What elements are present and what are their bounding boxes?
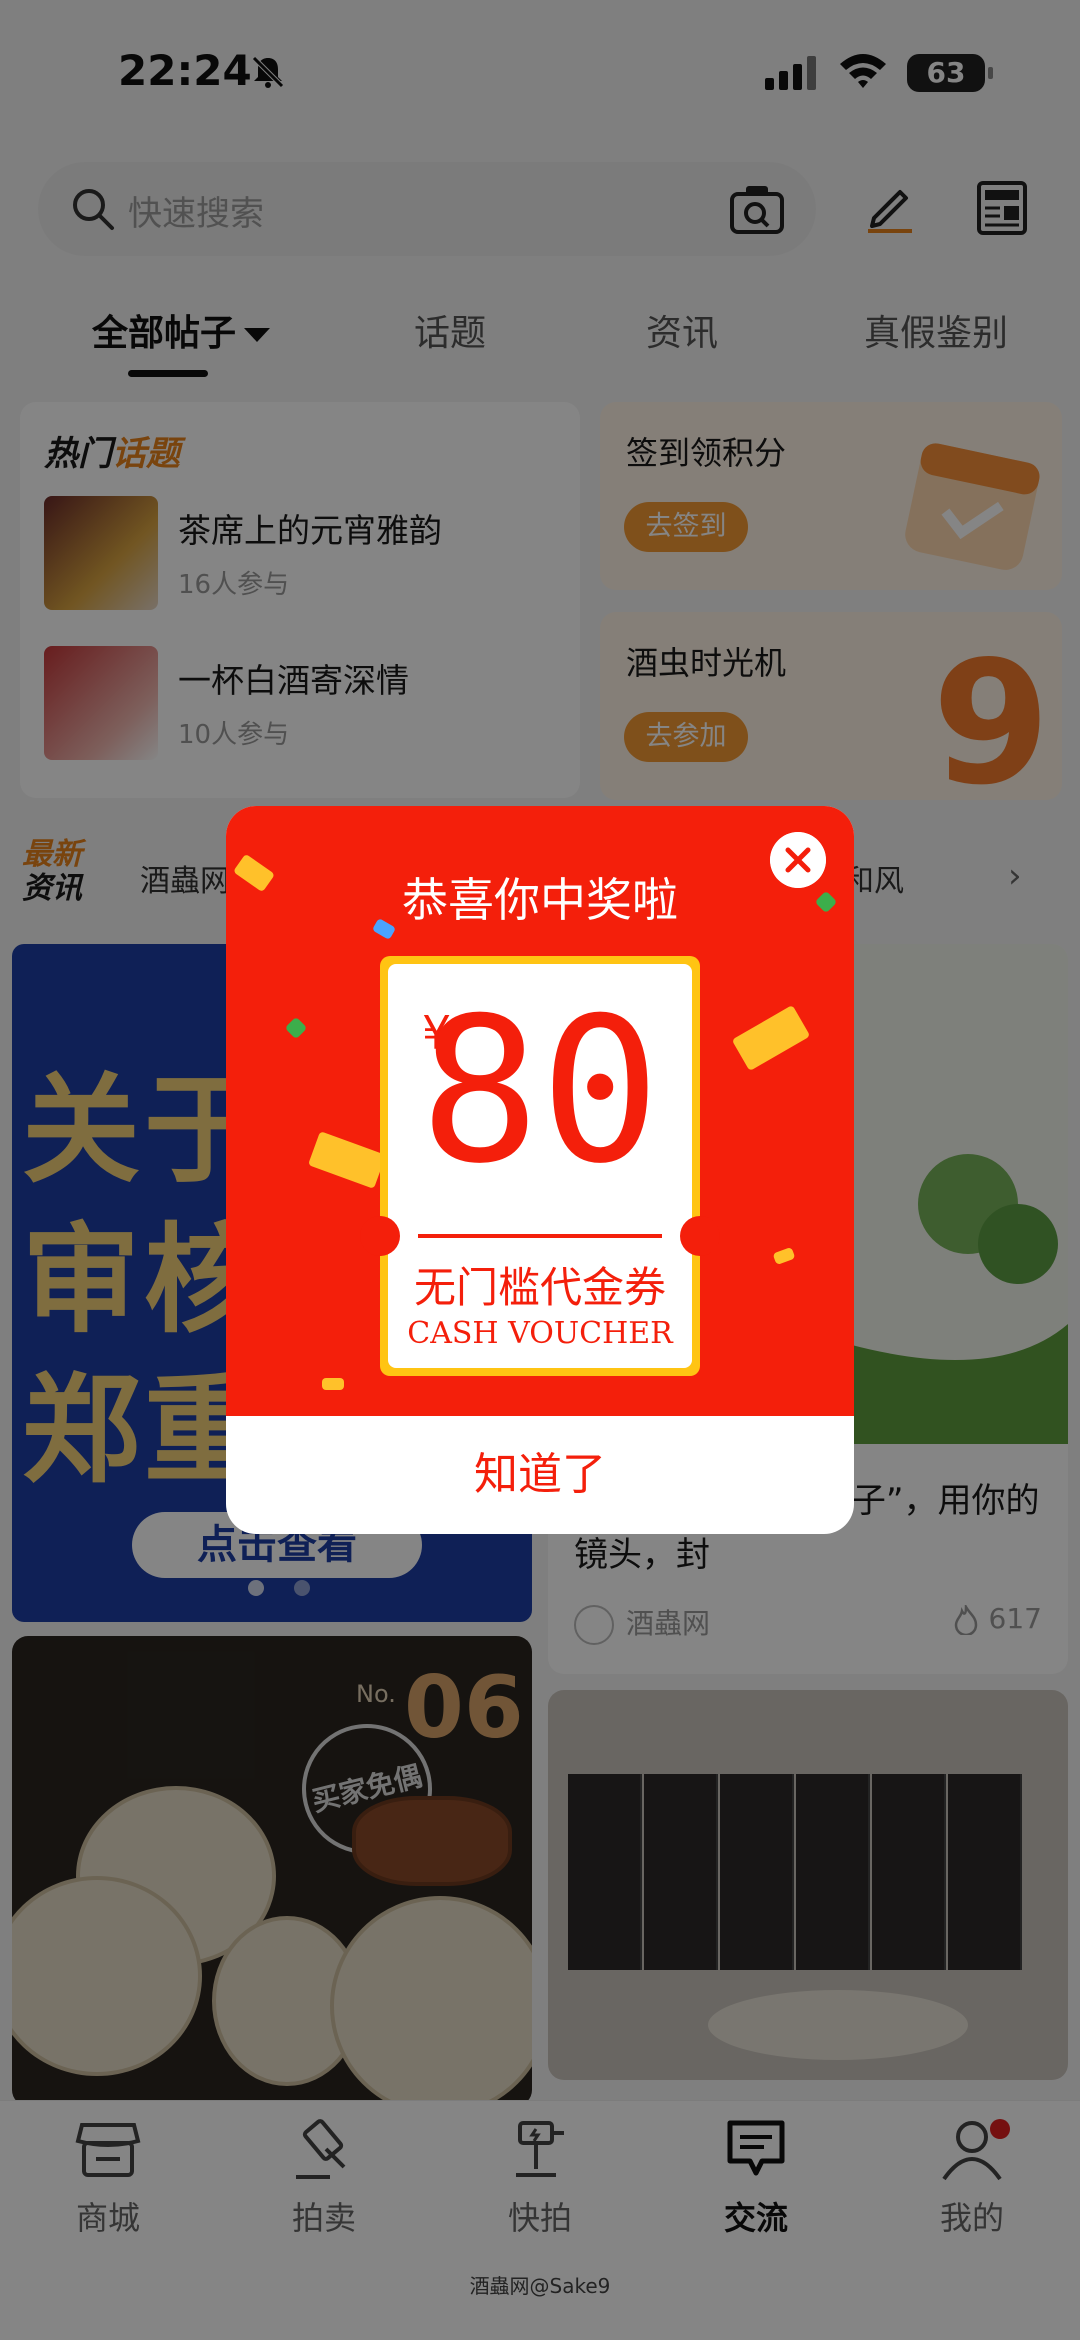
confetti (731, 1004, 811, 1072)
ticket-notch (360, 1216, 400, 1256)
confetti (284, 1016, 308, 1040)
confirm-button[interactable]: 知道了 (226, 1416, 854, 1534)
voucher-ticket: ¥ 80 无门槛代金券 CASH VOUCHER (380, 956, 700, 1376)
confetti (322, 1378, 344, 1390)
ticket-notch (680, 1216, 720, 1256)
voucher-divider (418, 1234, 662, 1238)
voucher-amount: 80 (419, 975, 661, 1208)
prize-modal-header: 恭喜你中奖啦 ¥ 80 无门槛代金券 CASH VOUCHER (226, 806, 854, 1416)
voucher-type-cn: 无门槛代金券 (413, 1263, 666, 1312)
prize-title: 恭喜你中奖啦 (402, 873, 678, 927)
voucher-inner: ¥ 80 无门槛代金券 CASH VOUCHER (388, 964, 692, 1368)
confetti (307, 1131, 387, 1189)
close-icon[interactable] (770, 832, 826, 888)
confetti (772, 1246, 796, 1266)
voucher-type-en: CASH VOUCHER (407, 1316, 673, 1351)
prize-modal: 恭喜你中奖啦 ¥ 80 无门槛代金券 CASH VOUCHER 知道了 (226, 806, 854, 1534)
